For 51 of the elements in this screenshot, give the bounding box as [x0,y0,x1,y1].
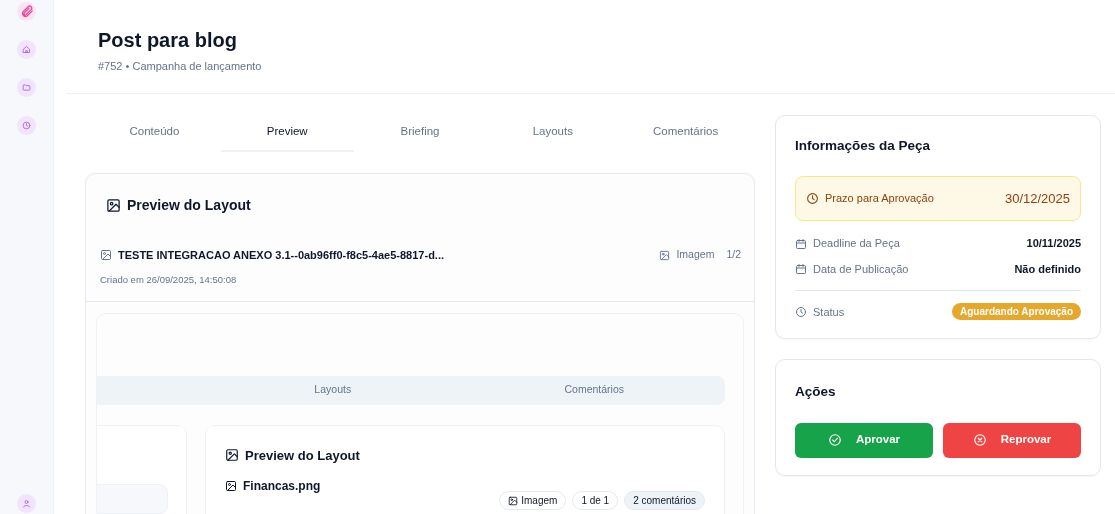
check-circle-icon [827,433,842,447]
page-title: Post para blog [98,28,238,52]
profile-button[interactable] [17,494,36,513]
user-icon [22,499,31,508]
clock-icon [806,192,819,205]
banner-date: 30/12/2025 [1004,189,1070,208]
card-title: Informações da Peça [795,136,932,155]
created-date: Criado em 26/09/2025, 14:50:08 [86,263,754,302]
folder-nav-button[interactable] [17,78,36,97]
tab-label: Layouts [313,382,353,398]
calendar-icon [795,263,807,275]
tab[interactable]: Preview [220,113,354,152]
page-counter: 1/2 [726,247,741,263]
file-name: TESTE INTEGRACAO ANEXO 3.1--0ab96ff0-f8c5-4ae5-8817-d... [118,247,445,263]
calendar-icon [795,237,807,250]
home-nav-button[interactable] [17,40,36,59]
field-label: Status [813,304,845,320]
tab[interactable]: Layouts [486,113,620,152]
card-title: Preview do Layout [127,195,251,215]
page-subtitle: #752 • Campanha de lançamento [98,59,263,74]
image-icon [508,495,519,506]
field-value: 10/11/2025 [1026,236,1081,252]
tab[interactable]: Briefing [353,113,487,152]
file-type: Imagem [676,247,715,263]
x-circle-icon [972,433,987,447]
tab-label: Comentários [563,382,625,398]
field-label: Data de Publicação [813,261,909,277]
image-icon [225,448,239,463]
reject-button[interactable]: Reprovar [943,422,1081,458]
tab[interactable]: Conteúdo [88,113,221,152]
status-badge: Aguardando Aprovação [952,303,1081,321]
card-title: Preview do Layout [245,446,360,465]
image-icon [225,480,237,492]
image-icon [106,197,121,213]
clock-icon [22,121,31,130]
file-name: Financas.png [243,478,321,495]
clock-icon [795,305,807,318]
card-title: Ações [795,383,837,402]
approve-button[interactable]: Aprovar [795,422,933,458]
field-label: Deadline da Peça [813,236,900,252]
home-icon [22,45,31,54]
badge: 2 comentários [624,491,705,510]
logo-nav-button[interactable] [17,2,36,21]
banner-label: Prazo para Aprovação [825,191,934,207]
folder-icon [22,83,31,92]
image-icon [659,249,671,261]
image-icon [100,249,112,261]
tab[interactable]: Comentários [619,113,752,152]
clock-nav-button[interactable] [17,116,36,135]
logo-icon [19,4,34,19]
field-value: Não definido [1014,261,1081,277]
